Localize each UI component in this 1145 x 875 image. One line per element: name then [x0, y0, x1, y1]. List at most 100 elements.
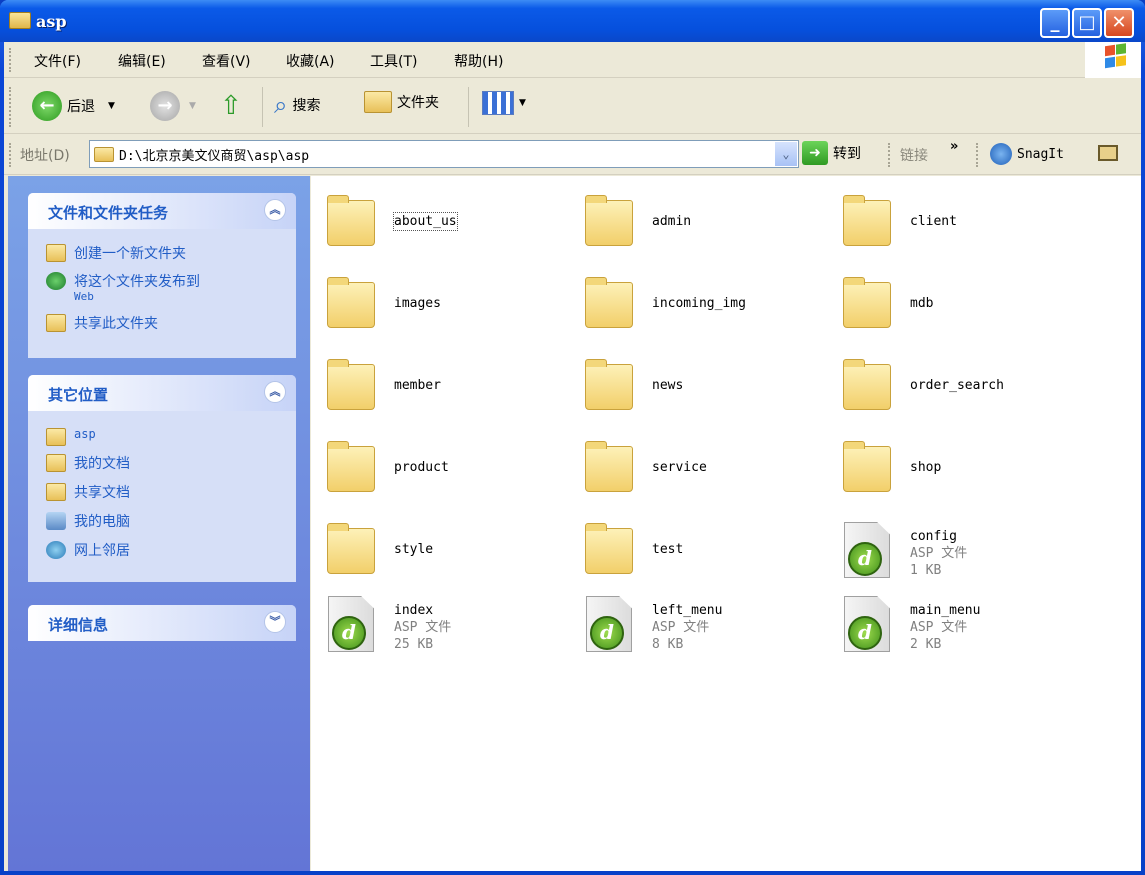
file-item-admin[interactable]: admin	[583, 194, 833, 250]
file-item-incoming_img[interactable]: incoming_img	[583, 276, 833, 332]
file-item-shop[interactable]: shop	[841, 440, 1091, 496]
toolbar-grip[interactable]	[976, 143, 979, 167]
file-item-product[interactable]: product	[325, 440, 575, 496]
snagit-capture-icon[interactable]	[1098, 145, 1118, 161]
place-asp[interactable]: asp	[46, 427, 96, 446]
folder-icon	[841, 358, 893, 412]
file-type: ASP 文件	[910, 546, 968, 561]
search-button[interactable]: ⌕ 搜索	[274, 91, 320, 119]
folder-icon	[94, 146, 114, 162]
file-item-left_menu[interactable]: d left_menu ASP 文件 8 KB	[583, 596, 833, 652]
go-button[interactable]: ➜ 转到	[802, 141, 861, 165]
file-item-style[interactable]: style	[325, 522, 575, 578]
file-item-member[interactable]: member	[325, 358, 575, 414]
maximize-button[interactable]: □	[1072, 8, 1102, 38]
menu-edit[interactable]: 编辑(E)	[118, 51, 166, 71]
collapse-icon[interactable]: ︽	[264, 199, 286, 221]
file-item-config[interactable]: d config ASP 文件 1 KB	[841, 522, 1091, 578]
up-button[interactable]: ⇧	[220, 91, 242, 121]
computer-icon	[46, 512, 66, 530]
file-size: 8 KB	[652, 637, 684, 652]
task-label-line2: Web	[74, 290, 94, 303]
menu-help[interactable]: 帮助(H)	[454, 51, 503, 71]
menu-favorites[interactable]: 收藏(A)	[286, 51, 335, 71]
menu-tools[interactable]: 工具(T)	[370, 51, 417, 71]
file-item-service[interactable]: service	[583, 440, 833, 496]
place-label: 我的文档	[74, 456, 130, 472]
toolbar-grip[interactable]	[9, 87, 12, 127]
file-item-order_search[interactable]: order_search	[841, 358, 1091, 414]
task-share-folder[interactable]: 共享此文件夹	[46, 313, 158, 333]
folder-icon	[325, 440, 377, 494]
window-title: asp	[36, 12, 67, 31]
menu-bar: 文件(F) 编辑(E) 查看(V) 收藏(A) 工具(T) 帮助(H)	[4, 42, 1141, 78]
file-list: about_us admin client images incoming_img mdb…	[311, 176, 1141, 871]
panel-header[interactable]: 详细信息 ︾	[28, 605, 296, 641]
back-button[interactable]: ← 后退 ▼	[32, 91, 115, 121]
file-item-client[interactable]: client	[841, 194, 1091, 250]
folder-icon	[583, 194, 635, 248]
file-name: shop	[910, 460, 942, 475]
links-label[interactable]: 链接	[900, 145, 928, 165]
task-new-folder[interactable]: 创建一个新文件夹	[46, 243, 186, 263]
file-item-news[interactable]: news	[583, 358, 833, 414]
menu-view[interactable]: 查看(V)	[202, 51, 251, 71]
new-folder-icon	[46, 244, 66, 262]
folders-button[interactable]: 文件夹	[364, 91, 439, 113]
minimize-button[interactable]: _	[1040, 8, 1070, 38]
forward-button[interactable]: → ▼	[150, 91, 196, 121]
standard-toolbar: ← 后退 ▼ → ▼ ⇧ ⌕ 搜索 文件夹 ▼	[4, 79, 1141, 134]
file-info: index ASP 文件 25 KB	[394, 602, 451, 653]
go-arrow-icon: ➜	[802, 141, 828, 165]
close-button[interactable]: ✕	[1104, 8, 1134, 38]
file-info: config ASP 文件 1 KB	[910, 528, 967, 579]
folder-icon	[325, 358, 377, 412]
toolbar-grip[interactable]	[888, 143, 891, 167]
folder-icon	[325, 276, 377, 330]
file-item-about_us[interactable]: about_us	[325, 194, 575, 250]
back-dropdown-icon[interactable]: ▼	[108, 101, 115, 111]
views-button[interactable]: ▼	[482, 91, 526, 115]
separator	[262, 87, 263, 127]
file-name: style	[394, 542, 434, 557]
expand-icon[interactable]: ︾	[264, 611, 286, 633]
file-type: ASP 文件	[394, 620, 452, 635]
toolbar-grip[interactable]	[9, 48, 12, 72]
file-item-index[interactable]: d index ASP 文件 25 KB	[325, 596, 575, 652]
network-icon	[46, 541, 66, 559]
file-item-images[interactable]: images	[325, 276, 575, 332]
place-network[interactable]: 网上邻居	[46, 540, 130, 560]
share-folder-icon	[46, 314, 66, 332]
place-my-computer[interactable]: 我的电脑	[46, 511, 130, 531]
title-bar[interactable]: asp _ □ ✕	[0, 0, 1145, 42]
back-arrow-icon: ←	[32, 91, 62, 121]
file-item-main_menu[interactable]: d main_menu ASP 文件 2 KB	[841, 596, 1091, 652]
place-label: asp	[74, 427, 96, 441]
dreamweaver-asp-file-icon: d	[583, 596, 635, 652]
panel-header[interactable]: 其它位置 ︽	[28, 375, 296, 411]
folder-icon	[9, 12, 31, 29]
menu-file[interactable]: 文件(F)	[34, 51, 81, 71]
links-chevron[interactable]: »	[950, 139, 958, 154]
address-input[interactable]: D:\北京京美文仪商贸\asp\asp ⌄	[89, 140, 799, 168]
address-dropdown-icon[interactable]: ⌄	[775, 142, 797, 166]
other-places-panel: 其它位置 ︽ asp 我的文档 共享文档 我的电脑 网上邻居	[28, 375, 296, 582]
collapse-icon[interactable]: ︽	[264, 381, 286, 403]
place-shared-documents[interactable]: 共享文档	[46, 482, 130, 502]
toolbar-grip[interactable]	[9, 143, 12, 167]
file-item-test[interactable]: test	[583, 522, 833, 578]
panel-header[interactable]: 文件和文件夹任务 ︽	[28, 193, 296, 229]
snagit-button[interactable]: SnagIt	[990, 143, 1064, 165]
task-label: 共享此文件夹	[74, 316, 158, 332]
folders-icon	[364, 91, 392, 113]
publish-web-icon	[46, 272, 66, 290]
task-label: 创建一个新文件夹	[74, 246, 186, 262]
file-name: mdb	[910, 296, 934, 311]
place-my-documents[interactable]: 我的文档	[46, 453, 130, 473]
windows-logo-icon	[1085, 42, 1141, 78]
panel-title: 文件和文件夹任务	[48, 204, 169, 222]
forward-dropdown-icon: ▼	[189, 101, 196, 111]
file-item-mdb[interactable]: mdb	[841, 276, 1091, 332]
task-publish-web[interactable]: 将这个文件夹发布到 Web	[46, 271, 200, 302]
views-dropdown-icon: ▼	[519, 98, 526, 108]
